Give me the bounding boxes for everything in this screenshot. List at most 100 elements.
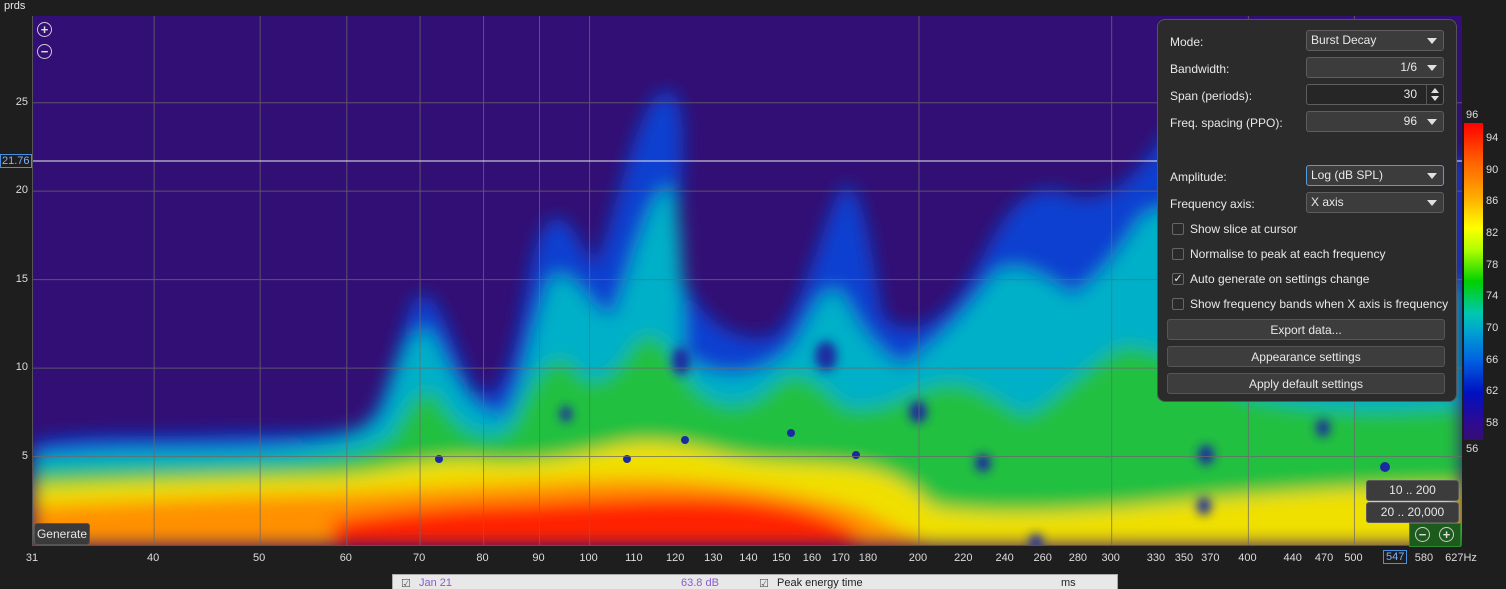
show-bands-label: Show frequency bands when X axis is freq… — [1190, 297, 1449, 311]
frequency-axis-value: X axis — [1311, 195, 1344, 209]
x-tick-label: 90 — [532, 552, 545, 564]
chevron-down-icon — [1427, 65, 1437, 71]
trace-level: 63.8 dB — [681, 577, 719, 589]
x-tick-label: 627Hz — [1445, 552, 1477, 564]
x-tick-label: 330 — [1146, 552, 1166, 564]
color-scale-bar — [1464, 123, 1483, 440]
colorbar-tick-label: 94 — [1486, 131, 1499, 144]
appearance-settings-button[interactable]: Appearance settings — [1167, 346, 1445, 367]
y-tick-label: 25 — [15, 95, 28, 108]
x-tick-label: 580 — [1414, 552, 1434, 564]
x-tick-label: 470 — [1314, 552, 1334, 564]
x-tick-label: 500 — [1344, 552, 1363, 564]
x-tick-label: 200 — [908, 552, 928, 564]
ppo-label: Freq. spacing (PPO): — [1170, 116, 1283, 130]
x-tick-label: 400 — [1238, 552, 1257, 564]
mode-label: Mode: — [1170, 35, 1204, 49]
x-tick-label: 110 — [625, 552, 643, 564]
mode-value: Burst Decay — [1311, 33, 1377, 47]
checkbox-icon[interactable]: ☑ — [401, 577, 411, 589]
x-tick-label: 150 — [772, 552, 791, 564]
colorbar-tick-label: 70 — [1486, 322, 1499, 335]
x-tick-label: 370 — [1201, 552, 1220, 564]
colorbar-tick-label: 90 — [1486, 163, 1499, 176]
show-bands-checkbox[interactable] — [1172, 298, 1184, 310]
ppo-select[interactable]: 96 — [1306, 111, 1444, 132]
zoom-in-icon[interactable]: + — [37, 22, 52, 37]
span-label: Span (periods): — [1170, 89, 1253, 103]
x-tick-label: 160 — [802, 552, 822, 564]
mode-select[interactable]: Burst Decay — [1306, 30, 1444, 51]
zoom-in-icon[interactable]: + — [1439, 527, 1454, 542]
range-10-200-button[interactable]: 10 .. 200 — [1366, 480, 1459, 501]
x-tick-label: 80 — [476, 552, 489, 564]
zoom-controls: − + — [1409, 523, 1461, 547]
zoom-out-icon[interactable]: − — [37, 44, 52, 59]
decay-settings-panel: Mode: Burst Decay Bandwidth: 1/6 Span (p… — [1157, 19, 1457, 402]
generate-button[interactable]: Generate — [34, 523, 90, 545]
checkmark-icon: ✓ — [1173, 273, 1183, 285]
colorbar-tick-label: 62 — [1486, 385, 1499, 398]
show-slice-label: Show slice at cursor — [1190, 222, 1298, 236]
y-tick-label: 20 — [15, 184, 28, 197]
x-tick-label: 31 — [25, 552, 39, 564]
x-tick-label: 40 — [147, 552, 160, 564]
spin-arrows-icon[interactable] — [1426, 85, 1443, 104]
span-spinbox[interactable]: 30 — [1306, 84, 1444, 105]
auto-generate-label: Auto generate on settings change — [1190, 272, 1370, 286]
export-data-button[interactable]: Export data... — [1167, 319, 1445, 340]
x-tick-label: 180 — [858, 552, 878, 564]
frequency-axis-select[interactable]: X axis — [1306, 192, 1444, 213]
colorbar-tick-label: 66 — [1486, 353, 1499, 366]
x-cursor-readout: 547 — [1383, 550, 1408, 564]
normalise-label: Normalise to peak at each frequency — [1190, 247, 1386, 261]
colorbar-tick-label: 58 — [1486, 417, 1499, 430]
frequency-axis-label: Frequency axis: — [1170, 197, 1255, 211]
x-tick-label: 280 — [1068, 552, 1088, 564]
x-tick-label: 70 — [412, 552, 426, 564]
checkbox-icon[interactable]: ☑ — [759, 577, 769, 589]
x-tick-label: 350 — [1174, 552, 1194, 564]
zoom-out-icon[interactable]: − — [1415, 527, 1430, 542]
peak-energy-label: Peak energy time — [777, 577, 863, 589]
colorbar-tick-label: 86 — [1486, 195, 1499, 208]
bandwidth-value: 1/6 — [1400, 60, 1417, 74]
y-tick-label: 5 — [21, 449, 28, 462]
bandwidth-label: Bandwidth: — [1170, 62, 1230, 76]
colorbar-tick-label: 82 — [1486, 226, 1499, 239]
amplitude-select[interactable]: Log (dB SPL) — [1306, 165, 1444, 186]
amplitude-label: Amplitude: — [1170, 170, 1227, 184]
x-tick-label: 120 — [666, 552, 685, 564]
chevron-down-icon — [1427, 200, 1437, 206]
y-tick-label: 10 — [15, 361, 28, 374]
x-tick-label: 130 — [704, 552, 723, 564]
show-slice-checkbox[interactable] — [1172, 223, 1184, 235]
ppo-value: 96 — [1403, 114, 1417, 128]
amplitude-value: Log (dB SPL) — [1311, 168, 1384, 182]
x-tick-label: 50 — [253, 552, 266, 564]
range-20-20000-button[interactable]: 20 .. 20,000 — [1366, 502, 1459, 523]
chevron-down-icon — [1427, 173, 1437, 179]
colorbar-top-label: 96 — [1466, 109, 1479, 121]
colorbar-tick-label: 78 — [1486, 258, 1499, 271]
x-tick-label: 300 — [1101, 552, 1120, 564]
x-tick-label: 140 — [739, 552, 758, 564]
bandwidth-select[interactable]: 1/6 — [1306, 57, 1444, 78]
x-tick-label: 100 — [579, 552, 598, 564]
y-axis-unit: prds — [4, 0, 26, 12]
x-tick-label: 260 — [1033, 552, 1052, 564]
x-tick-label: 220 — [954, 552, 973, 564]
y-tick-label: 15 — [15, 272, 28, 285]
colorbar-bottom-label: 56 — [1466, 443, 1479, 455]
y-cursor-readout: 21.76 — [0, 154, 32, 168]
chevron-down-icon — [1427, 119, 1437, 125]
unit-label: ms — [1061, 577, 1076, 589]
x-tick-label: 60 — [339, 552, 352, 564]
apply-defaults-button[interactable]: Apply default settings — [1167, 373, 1445, 394]
x-tick-label: 440 — [1283, 552, 1302, 564]
colorbar-tick-label: 74 — [1486, 290, 1499, 303]
normalise-checkbox[interactable] — [1172, 248, 1184, 260]
auto-generate-checkbox[interactable]: ✓ — [1172, 273, 1184, 285]
span-value: 30 — [1403, 87, 1417, 101]
x-tick-label: 170 — [831, 552, 850, 564]
